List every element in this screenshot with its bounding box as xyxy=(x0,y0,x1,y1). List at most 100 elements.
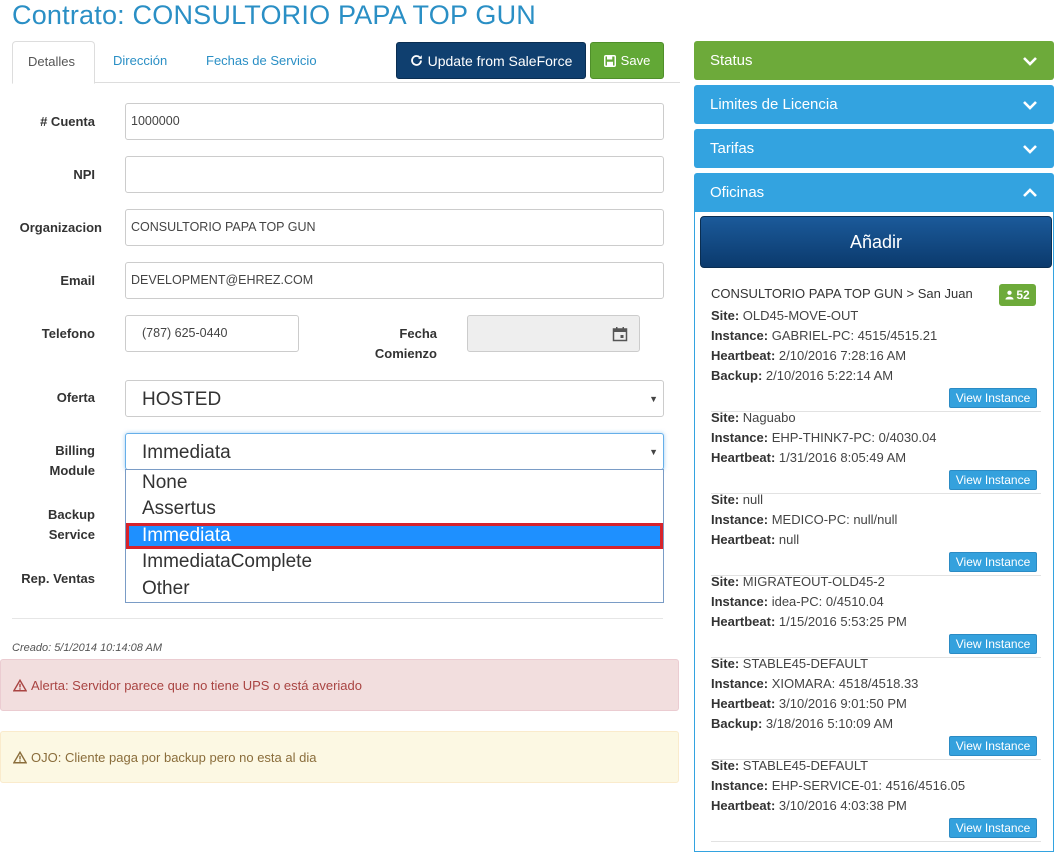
view-instance-button[interactable]: View Instance xyxy=(949,818,1037,838)
backup-label-1: Backup xyxy=(48,507,95,522)
instance-label: Instance: xyxy=(711,512,769,527)
telefono-field[interactable]: (787) 625-0440 xyxy=(125,315,299,352)
billing-label-1: Billing xyxy=(55,443,95,458)
alert-warning: OJO: Cliente paga por backup pero no est… xyxy=(0,731,679,783)
user-icon xyxy=(1005,290,1014,300)
tarifas-panel-header[interactable]: Tarifas xyxy=(694,129,1054,168)
tab-fechas-de-servicio[interactable]: Fechas de Servicio xyxy=(191,41,332,83)
site-value: Naguabo xyxy=(742,410,796,425)
option-immediata-complete[interactable]: ImmediataComplete xyxy=(126,549,663,575)
add-office-button[interactable]: Añadir xyxy=(700,216,1052,268)
heartbeat-value: 2/10/2016 7:28:16 AM xyxy=(778,348,907,363)
site-label: Site: xyxy=(711,656,740,671)
cuenta-label: # Cuenta xyxy=(40,114,95,129)
site-label: Site: xyxy=(711,492,740,507)
save-button[interactable]: Save xyxy=(590,42,664,79)
option-none[interactable]: None xyxy=(126,470,663,496)
tab-detalles[interactable]: Detalles xyxy=(12,41,95,84)
instance-value: EHP-SERVICE-01: 4516/4516.05 xyxy=(771,778,966,793)
warning-icon xyxy=(13,678,27,691)
option-immediata[interactable]: Immediata xyxy=(126,522,663,550)
view-instance-button[interactable]: View Instance xyxy=(949,552,1037,572)
telefono-label: Telefono xyxy=(41,326,95,341)
chevron-down-icon: ▼ xyxy=(649,447,658,457)
user-count-badge: 52 xyxy=(999,284,1036,306)
site-label: Site: xyxy=(711,758,740,773)
billing-label-2: Module xyxy=(49,463,96,478)
heartbeat-label: Heartbeat: xyxy=(711,532,776,547)
chevron-down-icon xyxy=(1022,129,1038,168)
divider xyxy=(12,618,663,619)
backup-label-2: Service xyxy=(48,527,95,542)
refresh-icon xyxy=(410,55,422,66)
heartbeat-value: 1/31/2016 8:05:49 AM xyxy=(778,450,907,465)
fecha-label-1: Fecha xyxy=(399,326,437,341)
backup-label: Backup: xyxy=(711,716,763,731)
site-label: Site: xyxy=(711,574,740,589)
office-title: CONSULTORIO PAPA TOP GUN > San Juan xyxy=(711,286,973,301)
site-value: OLD45-MOVE-OUT xyxy=(742,308,859,323)
instance-label: Instance: xyxy=(711,778,769,793)
created-timestamp: Creado: 5/1/2014 10:14:08 AM xyxy=(12,642,163,654)
site-value: STABLE45-DEFAULT xyxy=(742,656,869,671)
oficinas-panel-body: Añadir CONSULTORIO PAPA TOP GUN > San Ju… xyxy=(694,212,1054,852)
save-label: Save xyxy=(620,53,651,68)
warning-icon xyxy=(13,750,27,763)
billing-module-select[interactable]: Immediata ▼ xyxy=(125,433,664,470)
heartbeat-label: Heartbeat: xyxy=(711,614,776,629)
backup-label: Backup: xyxy=(711,368,763,383)
rep-ventas-label: Rep. Ventas xyxy=(21,571,95,586)
update-from-salesforce-button[interactable]: Update from SaleForce xyxy=(396,42,586,79)
oferta-value: HOSTED xyxy=(142,389,222,410)
chevron-down-icon: ▼ xyxy=(649,394,658,404)
instance-value: GABRIEL-PC: 4515/4515.21 xyxy=(771,328,938,343)
salesforce-label: Update from SaleForce xyxy=(427,52,573,69)
instance-label: Instance: xyxy=(711,430,769,445)
limites-panel-header[interactable]: Limites de Licencia xyxy=(694,85,1054,124)
npi-field[interactable] xyxy=(125,156,664,193)
limites-panel-title: Limites de Licencia xyxy=(710,96,838,113)
site-value: STABLE45-DEFAULT xyxy=(742,758,869,773)
option-other[interactable]: Other xyxy=(126,576,663,602)
instance-value: EHP-THINK7-PC: 0/4030.04 xyxy=(771,430,937,445)
oferta-select[interactable]: HOSTED ▼ xyxy=(125,380,664,417)
backup-value: 2/10/2016 5:22:14 AM xyxy=(765,368,894,383)
heartbeat-value: 1/15/2016 5:53:25 PM xyxy=(778,614,907,629)
chevron-down-icon xyxy=(1022,85,1038,124)
floppy-icon xyxy=(603,54,616,67)
instance-value: idea-PC: 0/4510.04 xyxy=(771,594,884,609)
view-instance-button[interactable]: View Instance xyxy=(949,388,1037,408)
heartbeat-label: Heartbeat: xyxy=(711,696,776,711)
heartbeat-value: 3/10/2016 4:03:38 PM xyxy=(778,798,907,813)
chevron-up-icon xyxy=(1022,173,1038,212)
heartbeat-label: Heartbeat: xyxy=(711,798,776,813)
oferta-label: Oferta xyxy=(56,390,95,405)
calendar-icon[interactable] xyxy=(612,326,628,342)
site-label: Site: xyxy=(711,308,740,323)
organizacion-label: Organizacion xyxy=(19,220,102,235)
alert-danger: Alerta: Servidor parece que no tiene UPS… xyxy=(0,659,679,711)
view-instance-button[interactable]: View Instance xyxy=(949,634,1037,654)
billing-module-dropdown: None Assertus Immediata ImmediataComplet… xyxy=(125,469,664,603)
page-title: Contrato: CONSULTORIO PAPA TOP GUN xyxy=(12,0,536,30)
option-assertus[interactable]: Assertus xyxy=(126,496,663,522)
instance-label: Instance: xyxy=(711,594,769,609)
oficinas-panel-header[interactable]: Oficinas xyxy=(694,173,1054,212)
site-value: null xyxy=(742,492,764,507)
view-instance-button[interactable]: View Instance xyxy=(949,470,1037,490)
instance-label: Instance: xyxy=(711,328,769,343)
status-panel-header[interactable]: Status xyxy=(694,41,1054,80)
site-label: Site: xyxy=(711,410,740,425)
view-instance-button[interactable]: View Instance xyxy=(949,736,1037,756)
billing-value: Immediata xyxy=(142,442,231,463)
cuenta-field[interactable]: 1000000 xyxy=(125,103,664,140)
email-field[interactable]: DEVELOPMENT@EHREZ.COM xyxy=(125,262,664,299)
oficinas-panel-title: Oficinas xyxy=(710,184,765,201)
npi-label: NPI xyxy=(73,167,95,182)
backup-value: 3/18/2016 5:10:09 AM xyxy=(765,716,894,731)
tab-direccion[interactable]: Dirección xyxy=(98,41,182,83)
organizacion-field[interactable]: CONSULTORIO PAPA TOP GUN xyxy=(125,209,664,246)
instance-value: MEDICO-PC: null/null xyxy=(771,512,898,527)
alert-warning-text: OJO: Cliente paga por backup pero no est… xyxy=(31,749,317,765)
instance-value: XIOMARA: 4518/4518.33 xyxy=(771,676,919,691)
